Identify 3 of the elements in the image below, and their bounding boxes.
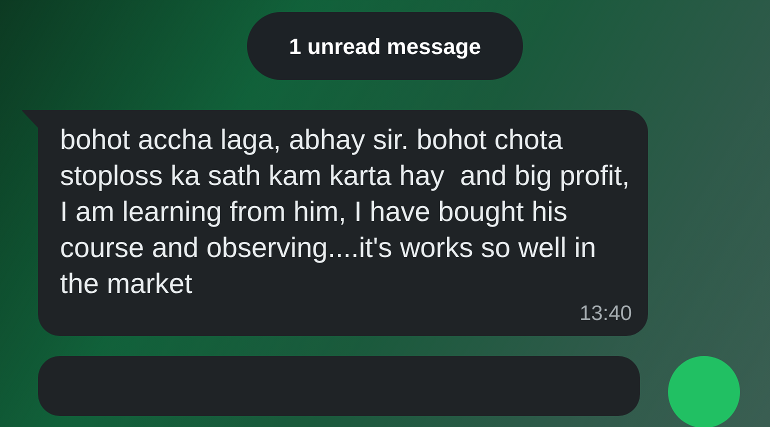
unread-messages-banner: 1 unread message — [247, 12, 523, 80]
message-text: bohot accha laga, abhay sir. bohot chota stoploss ka sath kam karta hay and big profit, I am learning from him, I have bought his course and observing....it's works so well in the market — [60, 123, 630, 301]
message-time: 13:40 — [579, 302, 632, 326]
